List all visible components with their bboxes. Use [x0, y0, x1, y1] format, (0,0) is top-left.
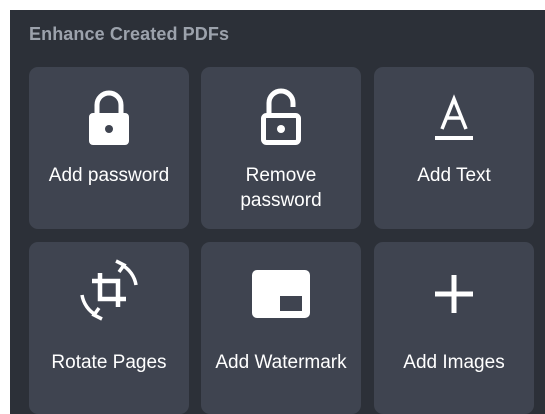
text-format-icon [374, 87, 534, 147]
rotate-pages-button[interactable]: Rotate Pages [29, 242, 189, 414]
add-watermark-button[interactable]: Add Watermark [201, 242, 361, 414]
add-password-button[interactable]: Add password [29, 67, 189, 229]
enhance-pdfs-panel: Enhance Created PDFs Add password Remove… [10, 10, 545, 414]
tool-label: Add password [48, 165, 170, 186]
plus-icon [374, 264, 534, 324]
add-images-button[interactable]: Add Images [374, 242, 534, 414]
add-text-button[interactable]: Add Text [374, 67, 534, 229]
tool-label: Add Watermark [215, 352, 347, 373]
tool-label: Add Images [403, 352, 505, 373]
lock-closed-icon [29, 87, 189, 147]
watermark-icon [201, 264, 361, 324]
lock-open-icon [201, 87, 361, 147]
section-title: Enhance Created PDFs [29, 24, 230, 44]
tool-label: Add Text [417, 165, 491, 186]
remove-password-button[interactable]: Remove password [201, 67, 361, 229]
tool-label: Rotate Pages [51, 352, 167, 373]
tool-label: Remove password [240, 165, 322, 211]
rotate-crop-icon [29, 259, 189, 321]
